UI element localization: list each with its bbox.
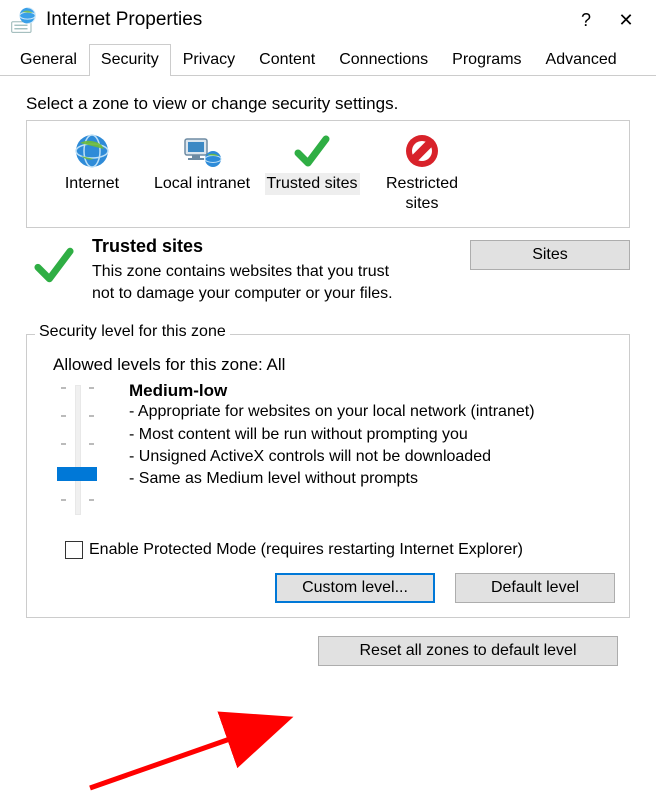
reset-all-zones-button[interactable]: Reset all zones to default level bbox=[318, 636, 618, 666]
sites-button[interactable]: Sites bbox=[470, 240, 630, 270]
security-level-group: Security level for this zone Allowed lev… bbox=[26, 334, 630, 618]
zone-description-text: This zone contains websites that you tru… bbox=[92, 261, 412, 304]
protected-mode-label: Enable Protected Mode (requires restarti… bbox=[89, 541, 523, 559]
zone-restricted-sites-label: Restricted sites bbox=[369, 173, 475, 215]
tab-privacy[interactable]: Privacy bbox=[171, 44, 247, 75]
security-level-name: Medium-low bbox=[129, 381, 615, 401]
default-level-button[interactable]: Default level bbox=[455, 573, 615, 603]
close-button[interactable]: ✕ bbox=[606, 10, 646, 31]
zone-local-intranet-label: Local intranet bbox=[152, 173, 252, 195]
zone-trusted-sites-label: Trusted sites bbox=[265, 173, 360, 195]
checkmark-icon bbox=[259, 129, 365, 173]
tab-general[interactable]: General bbox=[8, 44, 89, 75]
zone-list: Internet Local intranet bbox=[26, 120, 630, 228]
tab-advanced[interactable]: Advanced bbox=[534, 44, 629, 75]
zone-trusted-sites[interactable]: Trusted sites bbox=[257, 127, 367, 219]
tab-connections[interactable]: Connections bbox=[327, 44, 440, 75]
zone-description-row: Trusted sites This zone contains website… bbox=[26, 236, 630, 304]
zone-select-label: Select a zone to view or change security… bbox=[26, 94, 630, 114]
custom-level-button[interactable]: Custom level... bbox=[275, 573, 435, 603]
title-bar: Internet Properties ? ✕ bbox=[0, 0, 656, 44]
tab-programs[interactable]: Programs bbox=[440, 44, 533, 75]
globe-icon bbox=[39, 129, 145, 173]
no-entry-icon bbox=[369, 129, 475, 173]
security-level-slider[interactable] bbox=[41, 381, 111, 531]
protected-mode-checkbox[interactable] bbox=[65, 541, 83, 559]
security-level-bullet: - Most content will be run without promp… bbox=[129, 424, 615, 446]
window-title: Internet Properties bbox=[46, 9, 566, 31]
zone-restricted-sites[interactable]: Restricted sites bbox=[367, 127, 477, 219]
tab-strip: General Security Privacy Content Connect… bbox=[0, 44, 656, 76]
tab-content[interactable]: Content bbox=[247, 44, 327, 75]
zone-description-title: Trusted sites bbox=[92, 236, 450, 257]
security-level-bullet: - Appropriate for websites on your local… bbox=[129, 401, 615, 423]
allowed-levels-label: Allowed levels for this zone: All bbox=[53, 355, 615, 375]
zone-internet[interactable]: Internet bbox=[37, 127, 147, 219]
security-level-bullet: - Unsigned ActiveX controls will not be … bbox=[129, 446, 615, 468]
help-button[interactable]: ? bbox=[566, 10, 606, 31]
security-level-group-label: Security level for this zone bbox=[35, 323, 230, 341]
security-level-bullet: - Same as Medium level without prompts bbox=[129, 468, 615, 490]
zone-local-intranet[interactable]: Local intranet bbox=[147, 127, 257, 219]
app-icon bbox=[10, 6, 38, 34]
zone-description-icon bbox=[26, 236, 82, 304]
tab-security[interactable]: Security bbox=[89, 44, 171, 76]
tab-content-area: Select a zone to view or change security… bbox=[0, 76, 656, 666]
intranet-icon bbox=[149, 129, 255, 173]
zone-internet-label: Internet bbox=[63, 173, 121, 195]
